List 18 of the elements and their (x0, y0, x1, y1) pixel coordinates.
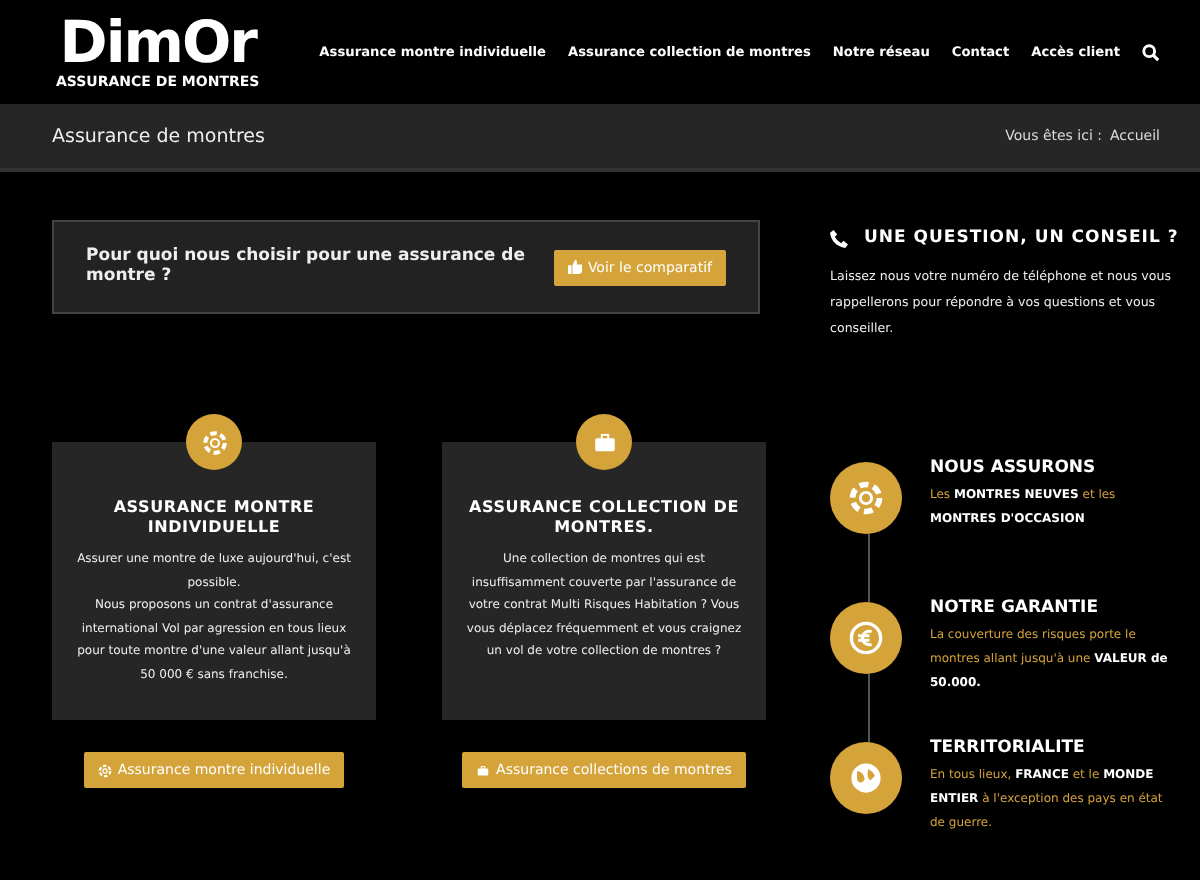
briefcase-icon (476, 763, 491, 777)
briefcase-icon (591, 429, 617, 455)
feature-title: NOUS ASSURONS (930, 458, 1098, 478)
euro-icon (848, 620, 884, 656)
promo-text: Pour quoi nous choisir pour une assurance de montre ? (86, 248, 527, 286)
logo-text[interactable]: DimOr (59, 14, 256, 72)
lifebuoy-icon (201, 429, 227, 455)
card-title: ASSURANCE COLLECTION DE MONTRES. (467, 498, 741, 537)
thumbs-up-icon (567, 260, 582, 274)
lifebuoy-icon (848, 480, 884, 516)
phone-icon (830, 229, 848, 247)
feature-title: NOTRE GARANTIE (930, 598, 1101, 618)
feature-title: TERRITORIALITE (930, 738, 1087, 758)
card-title: ASSURANCE MONTRE INDIVIDUELLE (111, 498, 317, 537)
lifebuoy-icon (97, 763, 112, 777)
search-icon[interactable] (1142, 43, 1160, 61)
page-title: Assurance de montres (52, 125, 265, 147)
contact-title: UNE QUESTION, UN CONSEIL ? (864, 228, 1179, 248)
